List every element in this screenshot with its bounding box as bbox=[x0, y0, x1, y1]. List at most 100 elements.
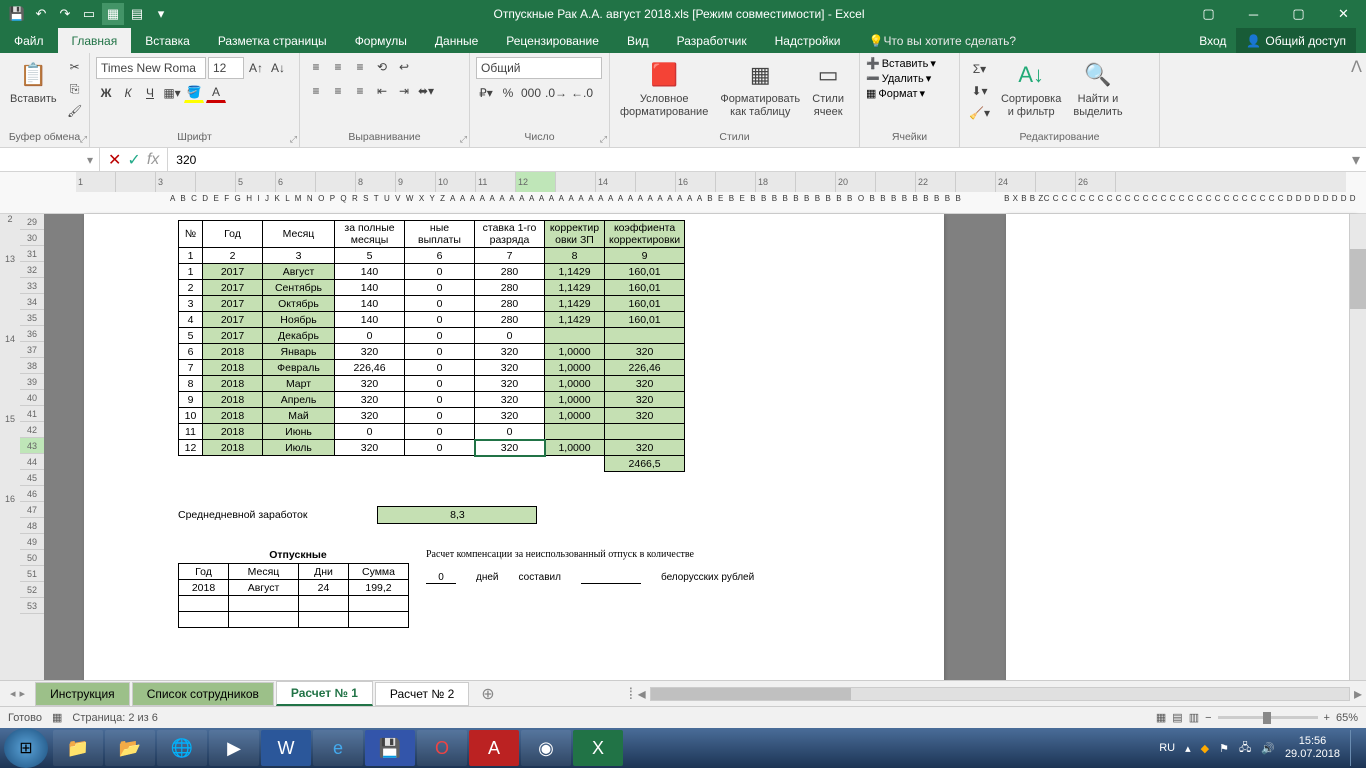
vac-sum[interactable]: 199,2 bbox=[349, 580, 409, 596]
tray-up-icon[interactable]: ▴ bbox=[1185, 742, 1191, 755]
cell[interactable]: 280 bbox=[475, 280, 545, 296]
share-button[interactable]: 👤 Общий доступ bbox=[1236, 28, 1356, 53]
name-box[interactable]: ▾ bbox=[0, 148, 100, 171]
copy-icon[interactable]: ⎘ bbox=[65, 79, 85, 99]
cell[interactable]: 280 bbox=[475, 264, 545, 280]
cell[interactable]: 1,0000 bbox=[545, 360, 605, 376]
cell[interactable]: 1,1429 bbox=[545, 312, 605, 328]
currency-icon[interactable]: ₽▾ bbox=[476, 83, 496, 103]
cell[interactable]: 2018 bbox=[203, 360, 263, 376]
cell[interactable]: Ноябрь bbox=[263, 312, 335, 328]
zoom-slider[interactable] bbox=[1218, 716, 1318, 719]
orientation-icon[interactable]: ⟲ bbox=[372, 57, 392, 77]
cell[interactable]: 1,1429 bbox=[545, 264, 605, 280]
cell[interactable]: 140 bbox=[335, 264, 405, 280]
cell[interactable]: Октябрь bbox=[263, 296, 335, 312]
cell[interactable]: 160,01 bbox=[605, 312, 685, 328]
cell[interactable]: 320 bbox=[475, 440, 545, 456]
row-header[interactable]: 40 bbox=[20, 390, 44, 406]
cell[interactable]: 0 bbox=[475, 328, 545, 344]
cell[interactable]: Апрель bbox=[263, 392, 335, 408]
cell[interactable]: 2017 bbox=[203, 264, 263, 280]
row-header[interactable]: 31 bbox=[20, 246, 44, 262]
sheet-last-icon[interactable]: ▸ bbox=[20, 687, 26, 700]
enter-icon[interactable]: ✓ bbox=[127, 150, 140, 170]
new-icon[interactable]: ▭ bbox=[78, 3, 100, 25]
align-top-icon[interactable]: ≡ bbox=[306, 57, 326, 77]
cell[interactable]: 0 bbox=[405, 424, 475, 440]
size-combo[interactable]: 12 bbox=[208, 57, 244, 79]
cell[interactable]: Сентябрь bbox=[263, 280, 335, 296]
cell[interactable]: 140 bbox=[335, 280, 405, 296]
task-browser-icon[interactable]: 🌐 bbox=[157, 730, 207, 766]
cell[interactable]: 0 bbox=[405, 392, 475, 408]
cell[interactable]: 140 bbox=[335, 296, 405, 312]
tray-flag-icon[interactable]: ⚑ bbox=[1219, 742, 1229, 755]
total-cell[interactable]: 2466,5 bbox=[605, 456, 685, 472]
row-header[interactable]: 43 bbox=[20, 438, 44, 454]
cell[interactable]: 2018 bbox=[203, 408, 263, 424]
cell[interactable]: 0 bbox=[475, 424, 545, 440]
tray-clock[interactable]: 15:56 29.07.2018 bbox=[1285, 735, 1340, 761]
align-middle-icon[interactable]: ≡ bbox=[328, 57, 348, 77]
cell[interactable]: 1,0000 bbox=[545, 408, 605, 424]
cell[interactable]: 320 bbox=[475, 392, 545, 408]
row-header[interactable]: 44 bbox=[20, 454, 44, 470]
cell[interactable]: 1,0000 bbox=[545, 440, 605, 456]
clipboard-dialog-icon[interactable]: ⤢ bbox=[80, 134, 87, 145]
tab-file[interactable]: Файл bbox=[0, 28, 58, 53]
fill-color-icon[interactable]: 🪣 bbox=[184, 83, 204, 103]
save-icon[interactable]: 💾 bbox=[6, 3, 28, 25]
cell[interactable]: 4 bbox=[179, 312, 203, 328]
cell[interactable]: 320 bbox=[475, 344, 545, 360]
view-grid-icon[interactable]: ▦ bbox=[102, 3, 124, 25]
cancel-icon[interactable]: ✕ bbox=[108, 150, 121, 170]
cell[interactable]: 5 bbox=[179, 328, 203, 344]
sheet-tab-employees[interactable]: Список сотрудников bbox=[132, 682, 274, 706]
cell[interactable]: 0 bbox=[405, 440, 475, 456]
signin[interactable]: Вход bbox=[1199, 34, 1226, 48]
align-center-icon[interactable]: ≡ bbox=[328, 81, 348, 101]
cell[interactable]: 2018 bbox=[203, 440, 263, 456]
tray-net-icon[interactable]: 🖧 bbox=[1239, 739, 1251, 758]
thousands-icon[interactable]: 000 bbox=[520, 83, 542, 103]
cell[interactable]: 320 bbox=[475, 376, 545, 392]
cell[interactable]: 320 bbox=[605, 392, 685, 408]
tab-layout[interactable]: Разметка страницы bbox=[204, 28, 341, 53]
painter-icon[interactable]: 🖌 bbox=[65, 101, 85, 121]
insert-cells-button[interactable]: ➕ Вставить ▾ bbox=[866, 57, 953, 70]
row-header[interactable]: 47 bbox=[20, 502, 44, 518]
row-header[interactable]: 41 bbox=[20, 406, 44, 422]
vac-year[interactable]: 2018 bbox=[179, 580, 229, 596]
fx-icon[interactable]: fx bbox=[147, 151, 159, 169]
cell[interactable]: Май bbox=[263, 408, 335, 424]
italic-icon[interactable]: К bbox=[118, 83, 138, 103]
cell[interactable]: 280 bbox=[475, 312, 545, 328]
close-icon[interactable]: ✕ bbox=[1321, 0, 1366, 28]
task-folder-icon[interactable]: 📂 bbox=[105, 730, 155, 766]
tab-developer[interactable]: Разработчик bbox=[663, 28, 761, 53]
task-chrome-icon[interactable]: ◉ bbox=[521, 730, 571, 766]
row-header[interactable]: 50 bbox=[20, 550, 44, 566]
tray-vol-icon[interactable]: 🔊 bbox=[1261, 742, 1275, 755]
row-header[interactable]: 52 bbox=[20, 582, 44, 598]
cell[interactable]: 10 bbox=[179, 408, 203, 424]
cell[interactable]: 0 bbox=[405, 280, 475, 296]
row-header[interactable]: 48 bbox=[20, 518, 44, 534]
number-dialog-icon[interactable]: ⤢ bbox=[600, 134, 607, 145]
cell[interactable]: 1,1429 bbox=[545, 296, 605, 312]
align-dialog-icon[interactable]: ⤢ bbox=[460, 134, 467, 145]
cell[interactable]: 0 bbox=[405, 408, 475, 424]
cell[interactable]: 1 bbox=[179, 264, 203, 280]
task-pdf-icon[interactable]: A bbox=[469, 730, 519, 766]
cell[interactable]: Январь bbox=[263, 344, 335, 360]
start-button[interactable]: ⊞ bbox=[4, 728, 48, 768]
cell[interactable]: 2018 bbox=[203, 392, 263, 408]
cell[interactable]: 320 bbox=[335, 440, 405, 456]
row-header[interactable]: 30 bbox=[20, 230, 44, 246]
cell[interactable]: 226,46 bbox=[605, 360, 685, 376]
minimize-icon[interactable]: ─ bbox=[1231, 0, 1276, 28]
cell[interactable]: Июль bbox=[263, 440, 335, 456]
row-header[interactable]: 51 bbox=[20, 566, 44, 582]
tray-lang[interactable]: RU bbox=[1159, 742, 1175, 754]
